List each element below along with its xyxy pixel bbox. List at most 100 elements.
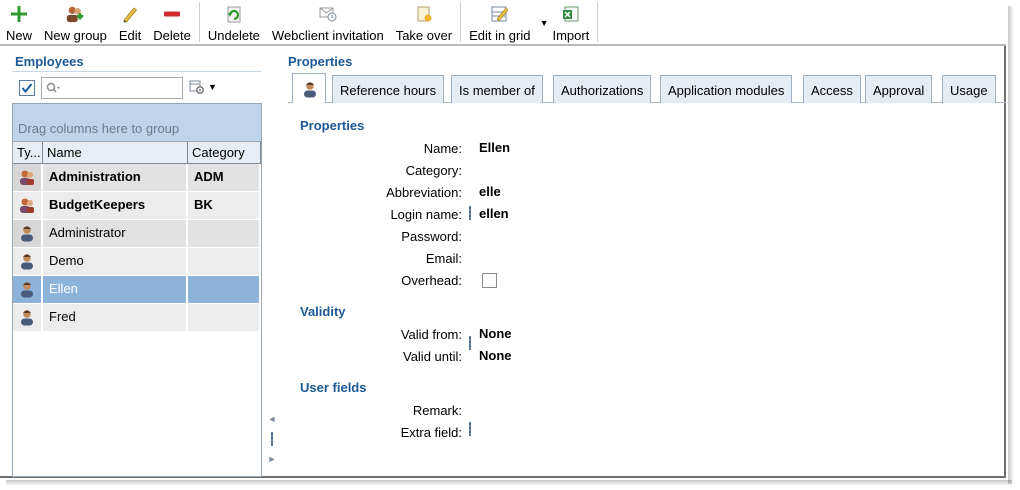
- column-config-button[interactable]: ▼: [189, 80, 217, 94]
- cell-name: Administrator: [43, 220, 188, 247]
- cell-name: Administration: [43, 164, 188, 191]
- table-row[interactable]: Administration ADM: [13, 164, 261, 192]
- panel-splitter[interactable]: ◄ ►: [266, 410, 278, 478]
- edit-in-grid-button[interactable]: Edit in grid ▼: [463, 0, 548, 44]
- grid-edit-icon: [490, 3, 510, 24]
- remark-value[interactable]: [479, 402, 679, 418]
- category-label: Category:: [405, 163, 462, 178]
- section-properties-heading: Properties: [300, 118, 365, 133]
- toolbar: New New group Edit Delete Undelete Webcl…: [0, 0, 1006, 46]
- abbreviation-value[interactable]: elle: [479, 184, 501, 199]
- tab-application-modules[interactable]: Application modules: [660, 75, 793, 103]
- undelete-button[interactable]: Undelete: [202, 0, 266, 44]
- cell-category: ADM: [188, 164, 261, 191]
- new-group-label: New group: [44, 28, 107, 43]
- name-label: Name:: [423, 141, 462, 156]
- remark-label: Remark:: [412, 403, 462, 418]
- column-header-category[interactable]: Category: [188, 142, 261, 163]
- grid-header: Ty... Name Category: [13, 142, 261, 164]
- search-field[interactable]: [41, 77, 183, 99]
- toolbar-separator: [198, 2, 200, 42]
- employees-grid: Drag columns here to group Ty... Name Ca…: [12, 103, 262, 477]
- edit-button[interactable]: Edit: [113, 0, 147, 44]
- table-row-selected[interactable]: Ellen: [13, 276, 261, 304]
- valid-from-label: Valid from:: [400, 327, 462, 342]
- collapse-left-icon[interactable]: ◄: [266, 414, 278, 424]
- cell-category: [188, 276, 261, 303]
- overhead-checkbox[interactable]: [482, 273, 497, 288]
- new-group-button[interactable]: New group: [38, 0, 113, 44]
- table-row[interactable]: Fred: [13, 304, 261, 332]
- group-user-icon: [13, 192, 43, 219]
- tab-general[interactable]: [292, 73, 326, 103]
- webclient-invitation-label: Webclient invitation: [271, 28, 384, 43]
- valid-until-value[interactable]: None: [479, 348, 512, 363]
- field-grip: [469, 336, 471, 350]
- user-icon: [13, 220, 43, 247]
- new-button[interactable]: New: [0, 0, 38, 44]
- column-header-name[interactable]: Name: [43, 142, 188, 163]
- take-over-button[interactable]: Take over: [390, 0, 458, 44]
- import-button[interactable]: Import: [546, 0, 595, 44]
- login-name-value[interactable]: ellen: [479, 206, 509, 221]
- take-over-icon: [414, 3, 434, 24]
- table-row[interactable]: Demo: [13, 248, 261, 276]
- edit-label: Edit: [118, 28, 142, 43]
- undelete-label: Undelete: [207, 28, 260, 43]
- search-input[interactable]: [62, 81, 172, 95]
- section-user-fields-heading: User fields: [300, 380, 367, 395]
- tab-access[interactable]: Access: [803, 75, 861, 103]
- dropdown-caret-icon: ▼: [208, 82, 217, 92]
- login-name-label: Login name:: [390, 207, 462, 222]
- table-row[interactable]: BudgetKeepers BK: [13, 192, 261, 220]
- valid-until-label: Valid until:: [402, 349, 462, 364]
- email-label: Email:: [425, 251, 462, 266]
- toolbar-separator: [460, 2, 462, 42]
- search-icon: [46, 82, 60, 93]
- envelope-clock-icon: [318, 3, 338, 24]
- name-value[interactable]: Ellen: [479, 140, 510, 155]
- tab-bar: Reference hours Is member of Authorizati…: [288, 73, 1006, 103]
- section-validity-heading: Validity: [300, 304, 346, 319]
- expand-right-icon[interactable]: ►: [266, 454, 278, 464]
- pencil-icon: [120, 3, 140, 24]
- import-label: Import: [552, 28, 590, 43]
- tab-authorizations[interactable]: Authorizations: [553, 75, 652, 103]
- splitter-grip[interactable]: [271, 432, 273, 446]
- extra-field-value[interactable]: [479, 424, 679, 440]
- properties-panel-title: Properties: [288, 54, 353, 69]
- cell-name: BudgetKeepers: [43, 192, 188, 219]
- field-grip: [469, 422, 471, 436]
- delete-label: Delete: [153, 28, 191, 43]
- valid-from-value[interactable]: None: [479, 326, 512, 341]
- group-by-area[interactable]: Drag columns here to group: [13, 104, 261, 142]
- table-row[interactable]: Administrator: [13, 220, 261, 248]
- divider: [12, 71, 262, 72]
- cell-name: Ellen: [43, 276, 188, 303]
- user-icon: [304, 82, 316, 98]
- add-group-icon: [65, 3, 85, 24]
- column-header-type[interactable]: Ty...: [13, 142, 43, 163]
- category-value[interactable]: [479, 162, 679, 178]
- cell-category: [188, 248, 261, 275]
- tab-usage[interactable]: Usage: [942, 75, 996, 103]
- email-value[interactable]: [479, 250, 679, 266]
- tab-approval[interactable]: Approval: [865, 75, 933, 103]
- take-over-label: Take over: [395, 28, 453, 43]
- tab-is-member-of[interactable]: Is member of: [451, 75, 543, 103]
- undelete-icon: [224, 3, 244, 24]
- new-label: New: [6, 28, 33, 43]
- overhead-label: Overhead:: [401, 273, 462, 288]
- password-value[interactable]: [479, 228, 679, 244]
- toolbar-separator: [597, 2, 599, 42]
- webclient-invitation-button[interactable]: Webclient invitation: [266, 0, 390, 44]
- abbreviation-label: Abbreviation:: [386, 185, 462, 200]
- delete-button[interactable]: Delete: [147, 0, 197, 44]
- select-all-checkbox[interactable]: [19, 80, 35, 96]
- employees-title: Employees: [15, 54, 84, 69]
- field-grip: [469, 206, 471, 220]
- cell-name: Fred: [43, 304, 188, 331]
- minus-icon: [162, 3, 182, 24]
- tab-reference-hours[interactable]: Reference hours: [332, 75, 445, 103]
- checkmark-icon: [21, 83, 33, 94]
